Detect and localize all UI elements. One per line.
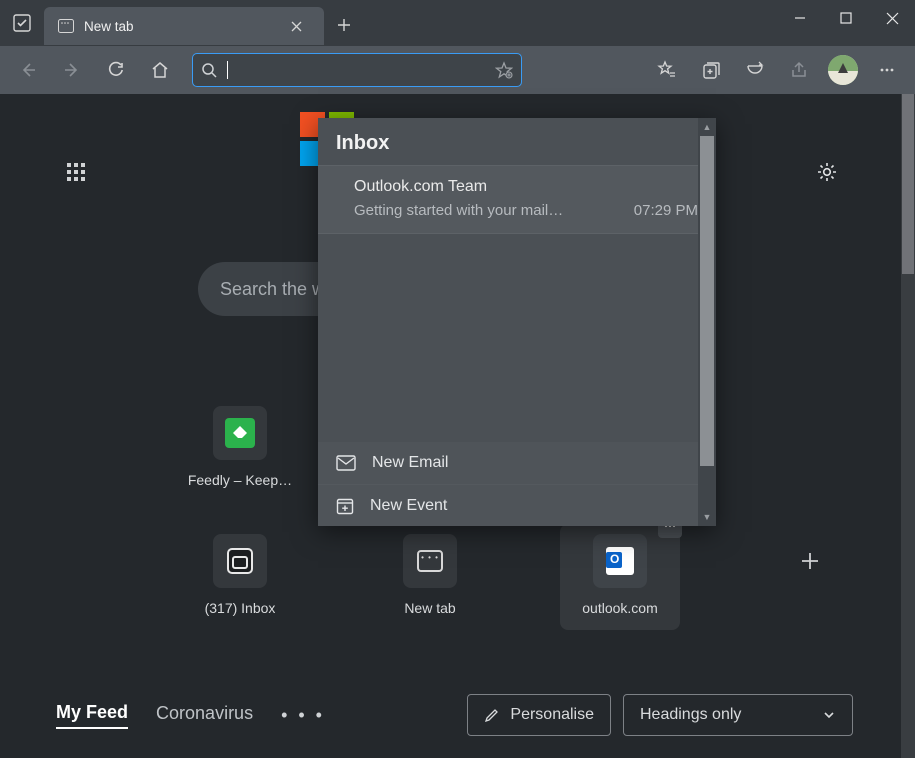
flyout-message[interactable]: Outlook.com Team Getting started with yo… (318, 166, 716, 234)
scroll-thumb[interactable] (902, 94, 914, 274)
message-preview: Getting started with your mail… (354, 202, 563, 219)
feed-tab-myfeed[interactable]: My Feed (56, 702, 128, 729)
flyout-action-label: New Event (370, 497, 447, 515)
menu-button[interactable] (867, 50, 907, 90)
gear-icon (816, 161, 838, 183)
window-maximize-button[interactable] (823, 0, 869, 36)
titlebar: New tab (0, 0, 915, 46)
share-icon (790, 61, 808, 79)
quicklink-feedly[interactable]: Feedly – Keep… (180, 406, 300, 488)
flyout-new-event-button[interactable]: New Event (318, 484, 716, 526)
close-icon (886, 12, 899, 25)
message-sender: Outlook.com Team (354, 178, 698, 196)
inbox-icon (227, 548, 253, 574)
profile-avatar-icon (828, 55, 858, 85)
forward-arrow-icon (63, 61, 81, 79)
flyout-scrollbar[interactable]: ▲ ▼ (698, 118, 716, 526)
collections-icon (702, 61, 721, 80)
minimize-icon (794, 12, 806, 24)
scroll-down-arrow-icon[interactable]: ▼ (698, 508, 716, 526)
address-input[interactable] (238, 62, 485, 78)
message-time: 07:29 PM (634, 202, 698, 219)
quicklink-label: Feedly – Keep… (188, 472, 292, 488)
web-capture-icon (745, 60, 765, 80)
text-caret (227, 61, 228, 79)
favorites-button[interactable] (647, 50, 687, 90)
home-icon (151, 61, 169, 79)
newtab-favicon-icon (58, 18, 74, 34)
quicklink-label: New tab (404, 600, 455, 616)
forward-button[interactable] (52, 50, 92, 90)
scroll-up-arrow-icon[interactable]: ▲ (698, 118, 716, 136)
personalise-label: Personalise (510, 706, 594, 724)
pencil-icon (484, 707, 500, 723)
plus-icon (799, 550, 821, 572)
flyout-action-label: New Email (372, 454, 448, 472)
maximize-icon (840, 12, 852, 24)
refresh-button[interactable] (96, 50, 136, 90)
app-launcher-button[interactable] (56, 152, 96, 192)
feed-bar: My Feed Coronavirus • • • Personalise He… (56, 690, 853, 740)
search-icon (201, 62, 217, 78)
toolbar (0, 46, 915, 94)
new-tab-button[interactable] (324, 5, 364, 45)
tab-actions-button[interactable] (0, 1, 44, 45)
calendar-plus-icon (336, 497, 354, 515)
outlook-flyout: Inbox Outlook.com Team Getting started w… (318, 118, 716, 526)
tab-actions-icon (13, 14, 31, 32)
collections-button[interactable] (691, 50, 731, 90)
flyout-title: Inbox (318, 118, 716, 166)
chevron-down-icon (822, 708, 836, 722)
feedly-icon (225, 418, 255, 448)
close-icon (291, 21, 302, 32)
outlook-icon (606, 547, 634, 575)
plus-icon (337, 18, 351, 32)
ntp-search-placeholder: Search the w (220, 279, 325, 300)
more-horizontal-icon (878, 61, 896, 79)
quicklink-add-button[interactable] (750, 534, 870, 630)
mail-icon (336, 455, 356, 471)
page-content: Search the w Feedly – Keep… (317) Inbox … (0, 94, 901, 758)
back-arrow-icon (19, 61, 37, 79)
home-button[interactable] (140, 50, 180, 90)
refresh-icon (107, 61, 125, 79)
newtab-icon (417, 550, 443, 572)
feed-more-button[interactable]: • • • (281, 705, 325, 726)
address-bar[interactable] (192, 53, 522, 87)
quicklink-outlook[interactable]: outlook.com (560, 524, 680, 630)
quicklink-inbox[interactable]: (317) Inbox (180, 534, 300, 630)
profile-button[interactable] (823, 50, 863, 90)
page-scrollbar[interactable] (901, 94, 915, 758)
flyout-new-email-button[interactable]: New Email (318, 442, 716, 484)
browser-tab[interactable]: New tab (44, 7, 324, 45)
window-minimize-button[interactable] (777, 0, 823, 36)
page-settings-button[interactable] (807, 152, 847, 192)
screenshot-button[interactable] (735, 50, 775, 90)
favorite-star-icon[interactable] (495, 61, 513, 79)
star-lines-icon (657, 60, 677, 80)
grid-icon (66, 162, 86, 182)
back-button[interactable] (8, 50, 48, 90)
quicklink-label: (317) Inbox (205, 600, 276, 616)
feed-tab-coronavirus[interactable]: Coronavirus (156, 703, 253, 728)
share-button[interactable] (779, 50, 819, 90)
tab-close-button[interactable] (282, 12, 310, 40)
quicklink-label: outlook.com (582, 600, 657, 616)
personalise-button[interactable]: Personalise (467, 694, 611, 736)
window-close-button[interactable] (869, 0, 915, 36)
layout-dropdown[interactable]: Headings only (623, 694, 853, 736)
tab-title: New tab (84, 19, 272, 34)
layout-dropdown-label: Headings only (640, 706, 741, 724)
scroll-thumb[interactable] (700, 136, 714, 466)
quicklink-newtab[interactable]: New tab (370, 534, 490, 630)
